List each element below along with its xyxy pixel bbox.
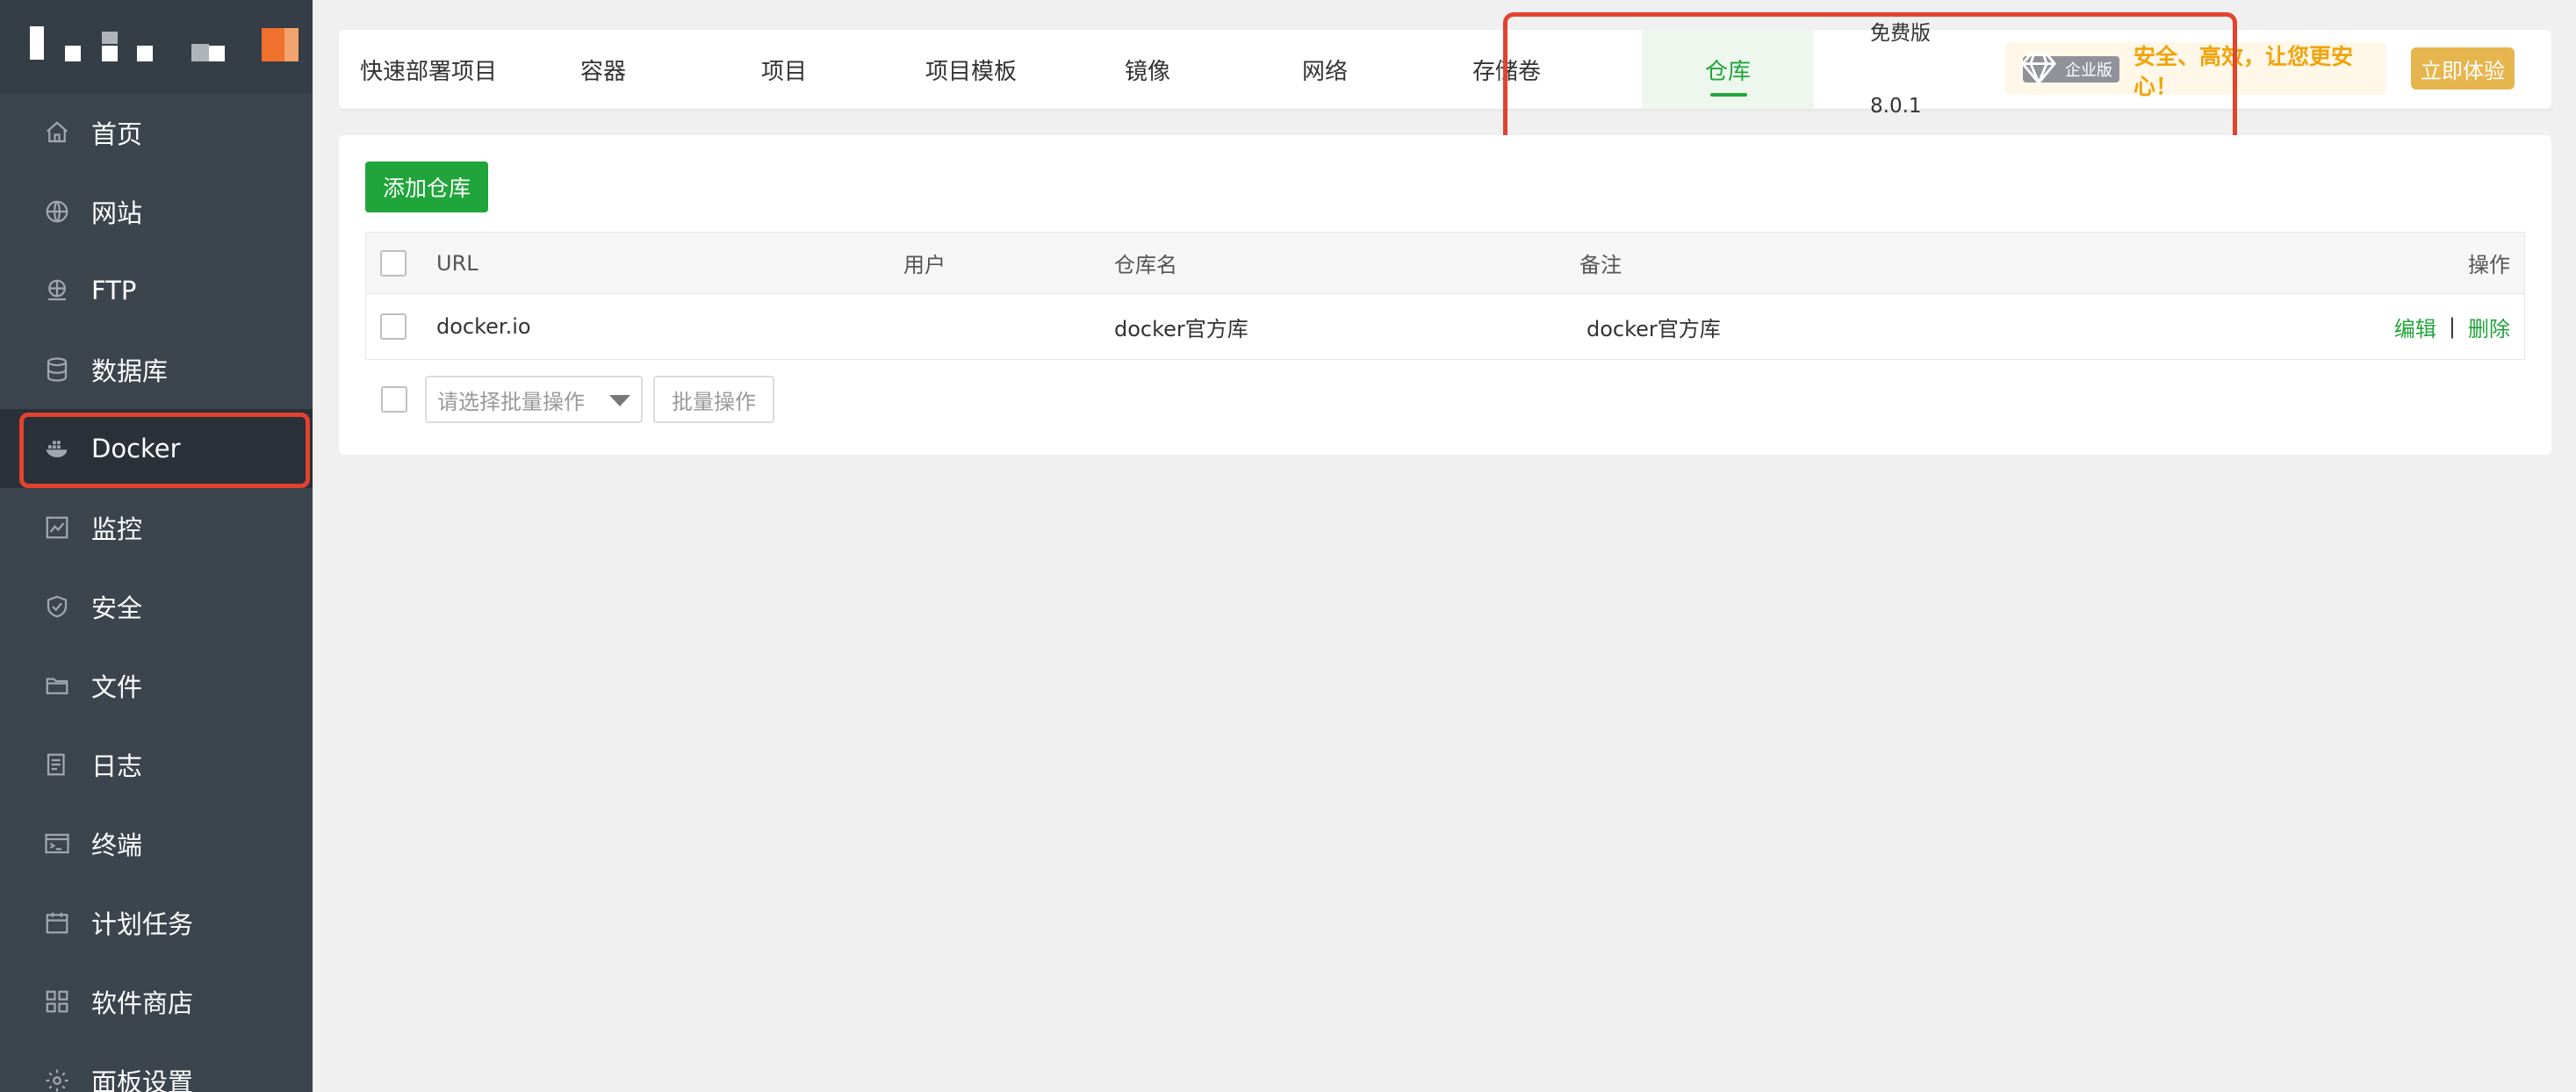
sidebar-item-label: 面板设置 <box>91 1067 194 1092</box>
sidebar-item-website[interactable]: 网站 <box>0 172 313 251</box>
sidebar-item-label: 日志 <box>91 751 143 781</box>
sidebar-item-terminal[interactable]: 终端 <box>0 804 313 883</box>
sidebar-item-cron[interactable]: 计划任务 <box>0 883 313 962</box>
calendar-icon <box>44 909 70 936</box>
sidebar-item-files[interactable]: 文件 <box>0 646 313 725</box>
registry-panel: 添加仓库 URL 用户 仓库名 备注 操作 docker.io docker官方… <box>339 135 2551 455</box>
sidebar-item-ftp[interactable]: FTP <box>0 251 313 330</box>
batch-select-placeholder: 请选择批量操作 <box>437 389 585 414</box>
column-header-name: 仓库名 <box>1114 253 1177 277</box>
delete-link[interactable]: 删除 <box>2468 312 2510 342</box>
cell-url: docker.io <box>436 314 531 339</box>
registry-table: URL 用户 仓库名 备注 操作 docker.io docker官方库 doc… <box>365 232 2525 360</box>
sidebar-item-label: 计划任务 <box>91 909 194 939</box>
sidebar-item-app-store[interactable]: 软件商店 <box>0 962 313 1041</box>
sidebar-item-home[interactable]: 首页 <box>0 93 313 172</box>
batch-operations: 请选择批量操作 批量操作 <box>365 376 774 423</box>
sidebar-item-database[interactable]: 数据库 <box>0 330 313 409</box>
tab-networks[interactable]: 网络 <box>1252 30 1398 109</box>
edit-link[interactable]: 编辑 <box>2394 312 2436 342</box>
column-header-user: 用户 <box>903 253 946 277</box>
sidebar-item-label: 数据库 <box>91 356 169 386</box>
sidebar-item-security[interactable]: 安全 <box>0 567 313 646</box>
globe-icon <box>44 198 70 225</box>
batch-action-button[interactable]: 批量操作 <box>653 376 774 423</box>
tab-projects[interactable]: 项目 <box>711 30 857 109</box>
sidebar-item-label: 首页 <box>91 119 143 149</box>
logo <box>0 0 313 93</box>
terminal-icon <box>44 830 70 857</box>
tab-project-templates[interactable]: 项目模板 <box>885 30 1057 109</box>
add-registry-button[interactable]: 添加仓库 <box>365 162 488 212</box>
highlight-box <box>19 413 310 488</box>
column-header-ops: 操作 <box>2468 253 2510 277</box>
shield-icon <box>44 593 70 620</box>
home-icon <box>44 119 70 146</box>
batch-action-select[interactable]: 请选择批量操作 <box>425 376 643 423</box>
sidebar-item-logs[interactable]: 日志 <box>0 725 313 804</box>
batch-select-checkbox[interactable] <box>381 386 407 413</box>
sidebar-item-docker[interactable]: Docker <box>0 409 313 488</box>
log-icon <box>44 751 70 778</box>
sidebar: 首页 网站 FTP 数据库 Docker 监控 安全 文件 日志 终端 计划任务… <box>0 0 313 1092</box>
apps-icon <box>44 988 70 1015</box>
settings-icon <box>44 1067 70 1092</box>
table-row: docker.io docker官方库 docker官方库 编辑 | 删除 <box>366 294 2524 359</box>
cell-name: docker官方库 <box>1114 316 1248 341</box>
monitor-icon <box>44 514 70 541</box>
sidebar-item-settings[interactable]: 面板设置 <box>0 1041 313 1092</box>
sidebar-item-monitor[interactable]: 监控 <box>0 488 313 567</box>
column-header-url: URL <box>436 250 479 276</box>
folder-icon <box>44 672 70 699</box>
sidebar-nav: 首页 网站 FTP 数据库 Docker 监控 安全 文件 日志 终端 计划任务… <box>0 93 313 1092</box>
row-checkbox[interactable] <box>380 313 407 340</box>
sidebar-item-label: FTP <box>91 276 137 305</box>
column-header-note: 备注 <box>1579 253 1622 277</box>
try-now-button[interactable]: 立即体验 <box>2411 47 2515 90</box>
table-header: URL 用户 仓库名 备注 操作 <box>366 233 2524 294</box>
chevron-down-icon <box>609 395 630 406</box>
row-actions: 编辑 | 删除 <box>2394 294 2510 359</box>
tab-quick-deploy[interactable]: 快速部署项目 <box>344 30 513 109</box>
sidebar-item-label: 软件商店 <box>91 988 194 1018</box>
action-separator: | <box>2448 314 2456 339</box>
sidebar-item-label: 网站 <box>91 198 143 228</box>
sidebar-item-label: 文件 <box>91 672 143 702</box>
select-all-checkbox[interactable] <box>380 249 407 277</box>
database-icon <box>44 356 70 383</box>
tab-images[interactable]: 镜像 <box>1075 30 1220 109</box>
sidebar-item-label: 终端 <box>91 830 143 860</box>
ftp-icon <box>44 277 70 304</box>
tab-containers[interactable]: 容器 <box>530 30 676 109</box>
sidebar-item-label: 安全 <box>91 593 143 623</box>
sidebar-item-label: 监控 <box>91 514 143 544</box>
cell-note: docker官方库 <box>1587 316 1721 341</box>
